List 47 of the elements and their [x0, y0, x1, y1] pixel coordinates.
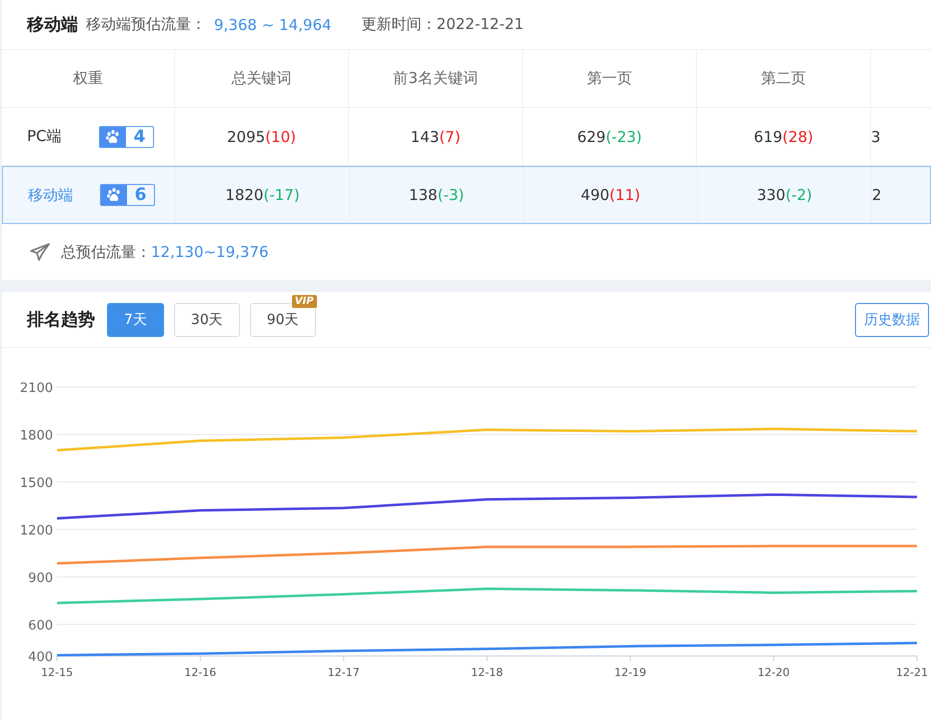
- total-label: 总预估流量：: [61, 242, 151, 262]
- weight-badge: 6: [100, 184, 155, 206]
- traffic-label: 移动端预估流量：: [86, 15, 206, 34]
- x-tick-label: 12-16: [184, 666, 216, 679]
- x-tick-label: 12-18: [471, 666, 503, 679]
- range-tab[interactable]: 30天: [174, 302, 240, 336]
- weight-badge: 4: [99, 126, 154, 148]
- column-header: 总关键词: [175, 50, 349, 107]
- section-title: 移动端: [27, 14, 78, 36]
- table-cell: 2095(10): [175, 108, 349, 165]
- platform-name: 移动端: [28, 186, 73, 204]
- x-tick-label: 12-19: [614, 666, 646, 679]
- table-cell: 138(-3): [350, 167, 524, 223]
- table-cell: 1820(-17): [176, 167, 350, 223]
- paw-icon: [101, 185, 127, 205]
- y-tick-label: 400: [28, 650, 53, 665]
- y-tick-label: 1500: [20, 476, 53, 491]
- paper-plane-icon: [29, 242, 51, 262]
- x-tick-label: 12-17: [328, 666, 360, 679]
- table-cell: 330(-2): [698, 167, 872, 223]
- table-cell-text: 2: [872, 185, 883, 206]
- x-tick-label: 12-20: [758, 666, 790, 679]
- table-row[interactable]: 移动端 6 1820(-17) 138(-3) 490(11) 330(-2) 2: [2, 166, 931, 224]
- column-header: 第二页: [697, 50, 871, 107]
- section-title: 排名趋势: [27, 309, 95, 331]
- paw-icon: [100, 126, 126, 146]
- table-cell-text: 3: [871, 126, 882, 148]
- table-cell: 490(11): [524, 167, 698, 223]
- y-tick-label: 900: [28, 570, 53, 586]
- column-header: 第一页: [523, 50, 697, 107]
- vip-badge: VIP: [292, 294, 317, 308]
- table-cell: 143(7): [349, 108, 523, 165]
- platform-name: PC端: [27, 127, 62, 146]
- total-value: 12,130~19,376: [151, 243, 269, 261]
- column-header: 权重: [2, 50, 175, 107]
- y-tick-label: 1200: [20, 523, 53, 538]
- range-tab[interactable]: 90天: [250, 302, 316, 336]
- table-cell: 629(-23): [523, 108, 697, 165]
- y-tick-label: 600: [28, 618, 53, 634]
- column-header: 前3名关键词: [349, 50, 523, 107]
- table-cell: 619(28): [697, 108, 871, 165]
- update-time: 更新时间：2022-12-21: [362, 15, 524, 34]
- x-tick-label: 12-15: [41, 666, 73, 679]
- y-tick-label: 1800: [20, 428, 53, 444]
- x-tick-label: 12-21: [896, 666, 928, 679]
- y-tick-label: 2100: [20, 381, 53, 396]
- traffic-value: 9,368 ~ 14,964: [214, 16, 332, 34]
